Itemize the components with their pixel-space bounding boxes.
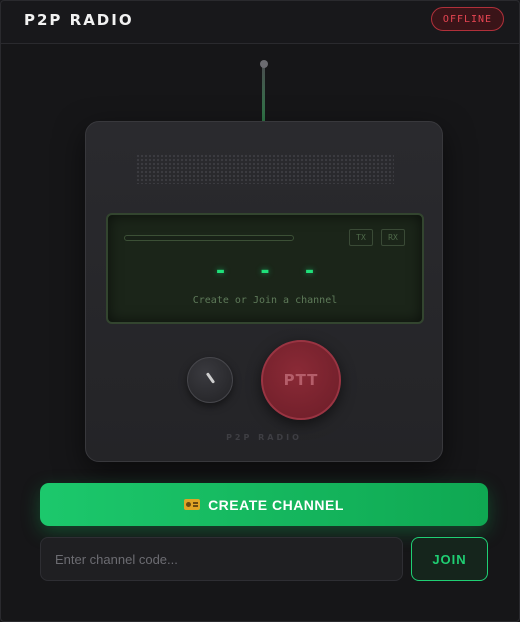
create-channel-label: CREATE CHANNEL [208,496,344,513]
volume-knob[interactable] [187,357,233,403]
knob-indicator [205,372,216,384]
brand-label: P2P RADIO [226,433,302,442]
antenna-tip [260,60,268,68]
display-message: Create or Join a channel [192,295,338,306]
radio-display: TX RX - - - Create or Join a channel [106,213,424,324]
ptt-button[interactable]: PTT [261,340,341,420]
radio-device: TX RX - - - Create or Join a channel PTT… [85,121,443,462]
create-channel-button[interactable]: CREATE CHANNEL [40,483,488,526]
tx-indicator: TX [349,229,373,246]
rx-indicator: RX [381,229,405,246]
speaker-grille [136,154,394,184]
join-button[interactable]: JOIN [411,537,488,581]
channel-code-input[interactable] [40,537,403,581]
radio-icon [184,499,201,510]
status-badge: OFFLINE [431,7,504,31]
app-header: P2P RADIO OFFLINE [0,0,520,44]
antenna [262,63,265,123]
channel-readout: - - - [213,259,326,284]
app-title: P2P RADIO [24,11,134,29]
signal-bar [124,235,294,241]
